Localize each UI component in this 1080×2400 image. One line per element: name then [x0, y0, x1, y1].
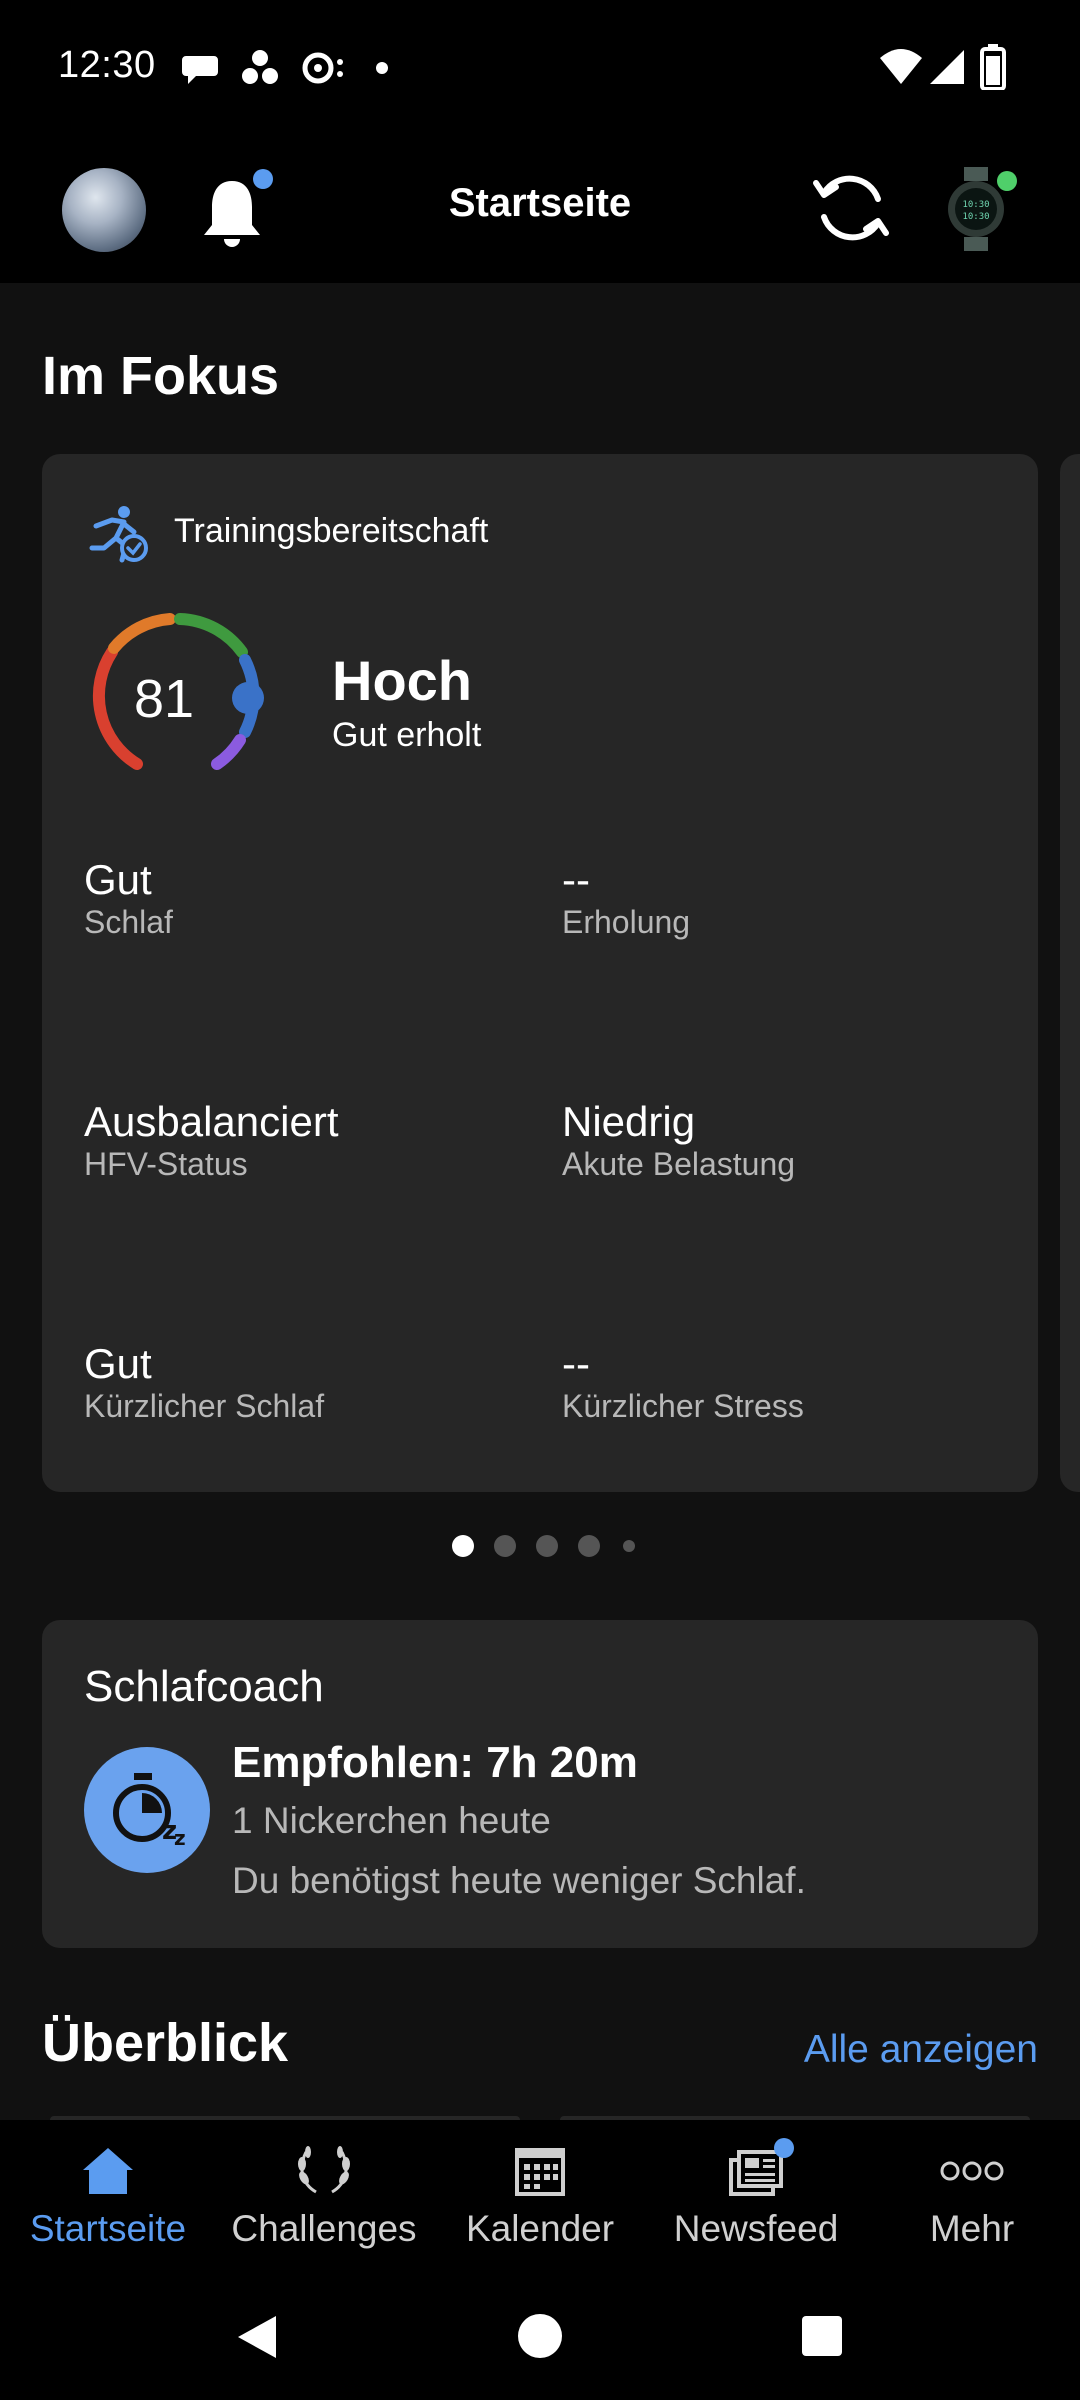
readiness-level: Hoch: [332, 649, 472, 712]
stat-acute-load: Niedrig Akute Belastung: [562, 1098, 795, 1183]
stat-value: --: [562, 1340, 590, 1387]
stat-label: Erholung: [562, 904, 691, 940]
stat-sleep: Gut Schlaf: [84, 856, 173, 941]
svg-text:10:30: 10:30: [962, 200, 989, 210]
newsfeed-badge: [774, 2138, 794, 2158]
sleep-need-info: Du benötigst heute weniger Schlaf.: [232, 1860, 806, 1901]
card-title: Trainingsbereitschaft: [174, 512, 489, 550]
chat-notification-icon: [182, 56, 218, 84]
pager-dot[interactable]: [536, 1535, 558, 1557]
status-bar: 12:30: [0, 0, 1080, 135]
app-header: Startseite 10:30 10:30: [0, 135, 1080, 283]
page-title: Startseite: [448, 181, 632, 225]
nav-label: Newsfeed: [673, 2208, 839, 2249]
stat-label: Kürzlicher Schlaf: [84, 1388, 325, 1424]
more-icon: [940, 2161, 1004, 2181]
sleep-nap-info: 1 Nickerchen heute: [232, 1800, 551, 1841]
show-all-link[interactable]: Alle anzeigen: [804, 2028, 1038, 2072]
nav-item-startseite[interactable]: Startseite: [0, 2120, 216, 2270]
next-focus-card-peek[interactable]: [1060, 454, 1080, 1492]
pager-dot[interactable]: [578, 1535, 600, 1557]
stat-label: Akute Belastung: [562, 1146, 796, 1182]
nav-item-challenges[interactable]: Challenges: [216, 2120, 432, 2270]
pager-dot-active[interactable]: [452, 1535, 474, 1557]
nav-item-kalender[interactable]: Kalender: [432, 2120, 648, 2270]
wifi-icon: [880, 49, 922, 84]
stat-value: Gut: [84, 1340, 152, 1387]
stat-label: Kürzlicher Stress: [562, 1388, 804, 1424]
app-notification-icon: [242, 50, 278, 84]
stat-recent-stress: -- Kürzlicher Stress: [562, 1340, 804, 1425]
nav-label: Kalender: [465, 2208, 615, 2249]
status-time: 12:30: [58, 44, 156, 86]
bottom-navigation: Startseite Challenges Kalender Newsfeed …: [0, 2120, 1080, 2270]
sleep-recommendation: Empfohlen: 7h 20m: [232, 1738, 638, 1787]
home-circle-icon[interactable]: [516, 2312, 564, 2360]
nap-timer-icon: z z: [113, 1773, 186, 1850]
sleep-coach-badge: z z: [84, 1747, 210, 1873]
sync-notification-icon: [302, 52, 343, 84]
signal-icon: [930, 50, 964, 84]
focus-section-title: Im Fokus: [42, 346, 280, 406]
stat-recovery: -- Erholung: [562, 856, 690, 941]
nav-label: Startseite: [29, 2208, 187, 2249]
nav-label: Mehr: [929, 2208, 1015, 2249]
svg-text:z: z: [174, 1826, 186, 1850]
laurel-icon: [298, 2146, 350, 2194]
back-icon[interactable]: [234, 2312, 280, 2362]
focus-pager[interactable]: [452, 1535, 642, 1559]
stat-value: --: [562, 856, 590, 903]
readiness-sublevel: Gut erholt: [332, 716, 482, 754]
sync-icon[interactable]: [808, 165, 894, 251]
readiness-score: 81: [133, 669, 195, 729]
stat-label: Schlaf: [84, 904, 173, 940]
sleep-coach-card[interactable]: Schlafcoach z z Empfohlen: 7h 20m 1 Nick…: [42, 1620, 1038, 1948]
recents-icon[interactable]: [800, 2314, 844, 2358]
stat-hrv-status: Ausbalanciert HFV-Status: [84, 1098, 338, 1183]
svg-text:10:30: 10:30: [962, 212, 989, 222]
stat-value: Ausbalanciert: [84, 1098, 339, 1145]
battery-icon: [980, 44, 1006, 90]
overview-section-title: Überblick: [42, 2013, 289, 2073]
nav-label: Challenges: [231, 2208, 417, 2249]
home-icon: [83, 2148, 133, 2194]
pager-dot-small[interactable]: [623, 1540, 635, 1552]
stat-value: Niedrig: [562, 1098, 696, 1145]
stat-value: Gut: [84, 856, 152, 903]
calendar-icon: [515, 2148, 565, 2196]
nav-item-mehr[interactable]: Mehr: [864, 2120, 1080, 2270]
pager-dot[interactable]: [494, 1535, 516, 1557]
training-readiness-card[interactable]: Trainingsbereitschaft 81 Hoch Gut erholt…: [42, 454, 1038, 1492]
more-notifications-dot-icon: [376, 62, 388, 74]
sleep-coach-title: Schlafcoach: [84, 1662, 324, 1711]
stat-recent-sleep: Gut Kürzlicher Schlaf: [84, 1340, 324, 1425]
nav-item-newsfeed[interactable]: Newsfeed: [648, 2120, 864, 2270]
training-readiness-icon: [89, 506, 148, 563]
system-navigation-bar: [0, 2270, 1080, 2400]
stat-label: HFV-Status: [84, 1146, 248, 1182]
device-connected-indicator: [997, 171, 1017, 191]
